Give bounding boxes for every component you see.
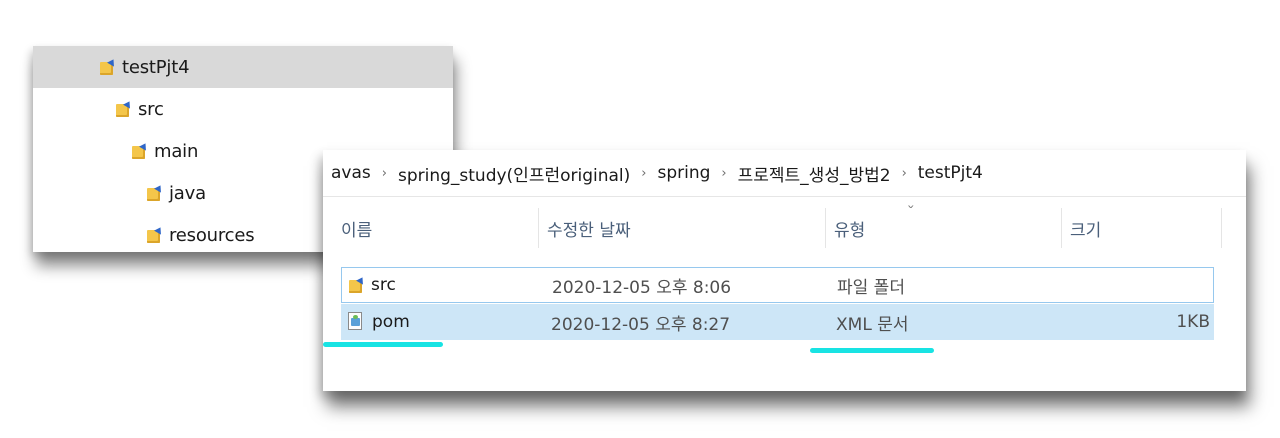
column-header-name[interactable]: 이름 [333,208,539,248]
folder-icon [146,183,164,201]
chevron-right-icon[interactable]: › [641,166,646,181]
file-type: 파일 폴더 [837,277,905,298]
breadcrumb-item[interactable]: spring [657,163,710,183]
column-header-label: 수정한 날짜 [547,220,631,241]
file-name: src [371,275,396,295]
tree-item-testpjt4[interactable]: testPjt4 [33,46,453,88]
column-header-label: 크기 [1070,220,1102,241]
file-row-pom[interactable]: pom 2020-12-05 오후 8:27 XML 문서 1KB [341,304,1214,340]
chevron-right-icon[interactable]: › [382,166,387,181]
column-header-size[interactable]: 크기 [1062,208,1222,248]
tree-item-label: testPjt4 [122,56,190,78]
folder-icon [146,225,164,243]
breadcrumb-item[interactable]: avas [331,163,371,183]
breadcrumb-item[interactable]: spring_study(인프런original) [398,161,630,186]
xml-file-icon [346,312,364,332]
tree-item-label: java [169,182,206,204]
breadcrumb: avas › spring_study(인프런original) › sprin… [323,150,1246,197]
file-name-cell: src [348,268,396,302]
folder-icon [348,275,366,293]
tree-item-src[interactable]: src [33,88,453,130]
file-name: pom [372,312,410,332]
file-row-src[interactable]: src 2020-12-05 오후 8:06 파일 폴더 [341,267,1214,303]
tree-item-label: resources [169,224,255,246]
file-size: 1KB [1176,312,1210,332]
chevron-right-icon[interactable]: › [721,166,726,181]
column-header-type[interactable]: 유형 [826,208,1062,248]
chevron-right-icon[interactable]: › [902,166,907,181]
column-header-label: 유형 [834,220,866,241]
tree-item-label: main [154,140,199,162]
annotation-underline-xml-type [810,348,934,353]
annotation-underline-pom [323,342,443,347]
modified-date: 2020-12-05 오후 8:27 [551,314,731,335]
column-header-label: 이름 [341,220,373,241]
tree-item-label: src [138,98,164,120]
folder-icon [115,99,133,117]
breadcrumb-item[interactable]: 프로젝트_생성_방법2 [738,161,891,186]
column-header-row: 이름 수정한 날짜 유형 크기 [323,208,1246,248]
folder-icon [131,141,149,159]
file-explorer-window: avas › spring_study(인프런original) › sprin… [323,150,1246,391]
file-type: XML 문서 [836,314,909,335]
breadcrumb-item-current[interactable]: testPjt4 [918,163,983,183]
modified-date: 2020-12-05 오후 8:06 [552,277,732,298]
column-header-modified[interactable]: 수정한 날짜 [539,208,826,248]
folder-icon [99,57,117,75]
file-name-cell: pom [346,304,410,340]
